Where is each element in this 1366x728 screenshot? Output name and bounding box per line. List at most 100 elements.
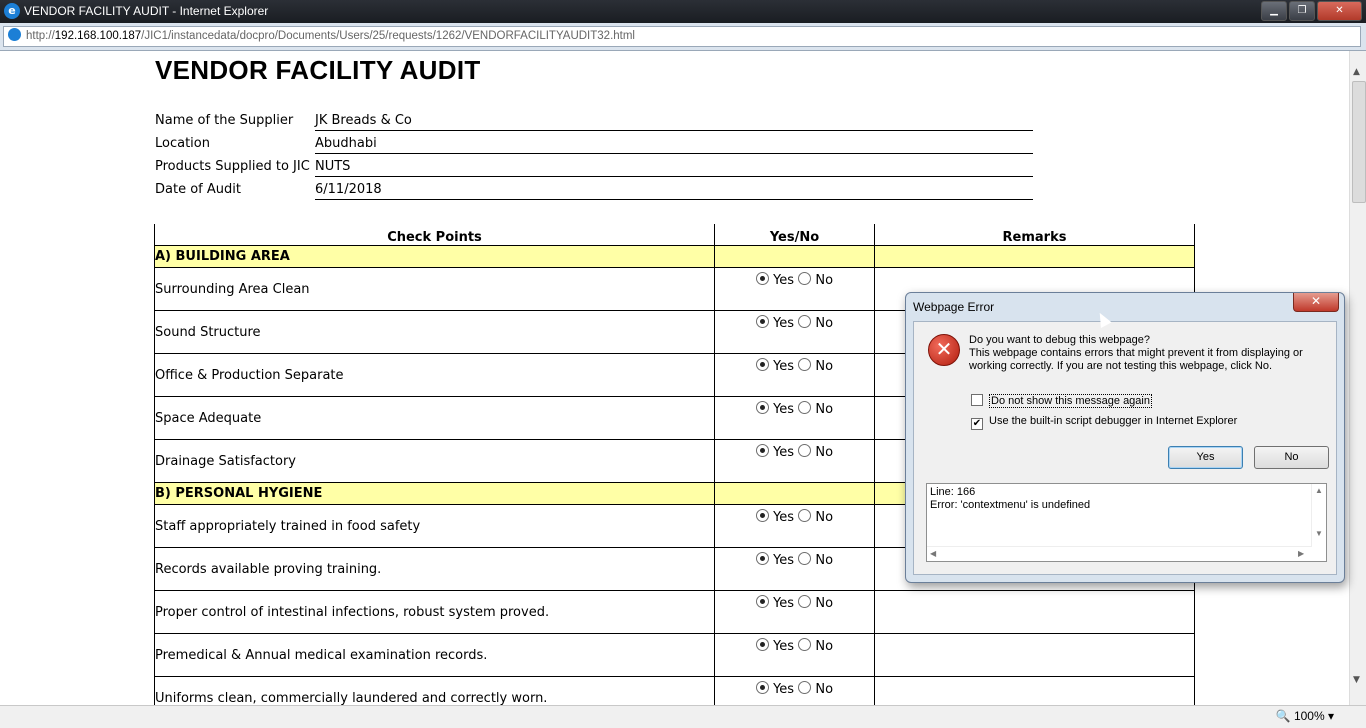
scroll-up-icon[interactable]: ▲	[1353, 67, 1360, 77]
yes-radio[interactable]	[755, 638, 769, 651]
yes-radio[interactable]	[755, 552, 769, 565]
details-scroll-right-icon[interactable]: ▶	[1298, 549, 1304, 558]
details-scroll-down-icon[interactable]: ▼	[1315, 529, 1323, 538]
yes-radio[interactable]	[755, 272, 769, 285]
no-radio[interactable]	[798, 681, 812, 694]
yes-radio-label[interactable]: Yes	[773, 402, 794, 417]
debugger-checkbox-row[interactable]: ✔ Use the built-in script debugger in Int…	[971, 415, 1237, 430]
error-details-text: Line: 166 Error: 'contextmenu' is undefi…	[930, 486, 1090, 512]
date-label: Date of Audit	[155, 182, 241, 197]
no-radio-label[interactable]: No	[815, 639, 833, 654]
url-host: 192.168.100.187	[54, 30, 142, 42]
yes-radio-label[interactable]: Yes	[773, 639, 794, 654]
details-scroll-up-icon[interactable]: ▲	[1315, 486, 1323, 495]
no-radio-label[interactable]: No	[815, 316, 833, 331]
no-radio[interactable]	[798, 401, 812, 414]
error-description: Error: 'contextmenu' is undefined	[930, 499, 1091, 511]
details-horizontal-scrollbar[interactable]: ◀ ▶	[927, 546, 1312, 561]
error-details-box[interactable]: Line: 166 Error: 'contextmenu' is undefi…	[926, 483, 1327, 562]
no-radio-label[interactable]: No	[815, 402, 833, 417]
details-vertical-scrollbar[interactable]: ▲ ▼	[1311, 484, 1326, 547]
check-point-label: Drainage Satisfactory	[154, 439, 715, 483]
yes-no-cell: Yes No	[714, 353, 875, 397]
no-radio[interactable]	[798, 509, 812, 522]
header-yes-no: Yes/No	[714, 224, 875, 246]
header-check-points: Check Points	[154, 224, 715, 246]
scroll-down-icon[interactable]: ▼	[1353, 675, 1360, 685]
dont-show-checkbox[interactable]	[971, 394, 983, 406]
location-label: Location	[155, 136, 210, 151]
details-scroll-left-icon[interactable]: ◀	[930, 549, 936, 558]
no-button[interactable]: No	[1254, 446, 1329, 469]
supplier-value: JK Breads & Co	[315, 113, 1033, 131]
scrollbar-thumb[interactable]	[1352, 81, 1366, 203]
no-radio[interactable]	[798, 272, 812, 285]
zoom-control[interactable]: 🔍 100% ▾	[1276, 709, 1334, 723]
dont-show-checkbox-row[interactable]: Do not show this message again	[971, 394, 1152, 408]
yes-button[interactable]: Yes	[1168, 446, 1243, 469]
location-value: Abudhabi	[315, 136, 1033, 154]
yes-radio-label[interactable]: Yes	[773, 510, 794, 525]
products-label: Products Supplied to JIC	[155, 159, 310, 174]
yes-radio-label[interactable]: Yes	[773, 316, 794, 331]
yes-radio[interactable]	[755, 509, 769, 522]
info-row-date: Date of Audit 6/11/2018	[155, 182, 1035, 205]
supplier-label: Name of the Supplier	[155, 113, 294, 128]
yes-radio[interactable]	[755, 595, 769, 608]
address-field[interactable]: http://192.168.100.187/JIC1/instancedata…	[3, 26, 1361, 47]
debugger-label[interactable]: Use the built-in script debugger in Inte…	[989, 415, 1237, 427]
yes-radio-label[interactable]: Yes	[773, 445, 794, 460]
header-remarks: Remarks	[874, 224, 1195, 246]
no-radio-label[interactable]: No	[815, 359, 833, 374]
window-close-button[interactable]: ✕	[1317, 1, 1362, 21]
yes-radio[interactable]	[755, 444, 769, 457]
remarks-cell[interactable]	[874, 590, 1195, 634]
yes-radio[interactable]	[755, 358, 769, 371]
no-radio[interactable]	[798, 444, 812, 457]
dialog-close-button[interactable]: ✕	[1293, 293, 1339, 312]
yes-radio-label[interactable]: Yes	[773, 359, 794, 374]
no-radio[interactable]	[798, 315, 812, 328]
no-radio-label[interactable]: No	[815, 510, 833, 525]
url-path: /JIC1/instancedata/docpro/Documents/User…	[141, 30, 635, 42]
maximize-button[interactable]: ❐	[1289, 1, 1315, 21]
yes-radio[interactable]	[755, 401, 769, 414]
yes-no-cell: Yes No	[714, 310, 875, 354]
debugger-checkbox[interactable]: ✔	[971, 418, 983, 430]
check-point-label: Records available proving training.	[154, 547, 715, 591]
no-radio[interactable]	[798, 358, 812, 371]
no-radio-label[interactable]: No	[815, 682, 833, 697]
remarks-cell[interactable]	[874, 676, 1195, 705]
date-value: 6/11/2018	[315, 182, 1033, 200]
page-scrollbar[interactable]: ▲ ▼	[1349, 51, 1366, 705]
no-radio-label[interactable]: No	[815, 445, 833, 460]
yes-radio[interactable]	[755, 681, 769, 694]
table-row: Uniforms clean, commercially laundered a…	[154, 676, 1195, 705]
info-row-products: Products Supplied to JIC NUTS	[155, 159, 1035, 182]
no-radio[interactable]	[798, 552, 812, 565]
no-radio-label[interactable]: No	[815, 273, 833, 288]
url-prefix: http://	[26, 30, 55, 42]
error-icon: ✕	[928, 334, 960, 366]
dialog-description: This webpage contains errors that might …	[969, 347, 1303, 372]
yes-radio-label[interactable]: Yes	[773, 682, 794, 697]
no-radio-label[interactable]: No	[815, 596, 833, 611]
no-radio[interactable]	[798, 595, 812, 608]
yes-radio-label[interactable]: Yes	[773, 596, 794, 611]
section-label: B) PERSONAL HYGIENE	[154, 482, 715, 505]
document-title: VENDOR FACILITY AUDIT	[155, 55, 481, 85]
yes-radio-label[interactable]: Yes	[773, 553, 794, 568]
yes-radio-label[interactable]: Yes	[773, 273, 794, 288]
dont-show-label[interactable]: Do not show this message again	[989, 394, 1152, 408]
remarks-cell[interactable]	[874, 633, 1195, 677]
no-radio[interactable]	[798, 638, 812, 651]
no-radio-label[interactable]: No	[815, 553, 833, 568]
check-point-label: Premedical & Annual medical examination …	[154, 633, 715, 677]
yes-radio[interactable]	[755, 315, 769, 328]
minimize-button[interactable]: ▁	[1261, 1, 1287, 21]
yes-no-cell: Yes No	[714, 396, 875, 440]
dialog-message: Do you want to debug this webpage? This …	[969, 334, 1329, 373]
dialog-body: ✕ Do you want to debug this webpage? Thi…	[913, 321, 1337, 575]
yes-no-cell: Yes No	[714, 504, 875, 548]
table-row: Premedical & Annual medical examination …	[154, 633, 1195, 677]
